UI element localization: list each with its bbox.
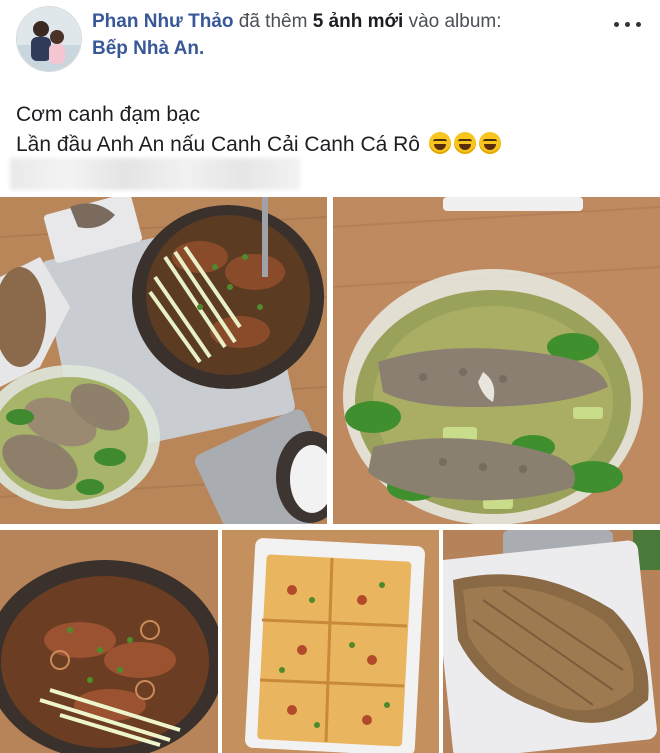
author-name[interactable]: Phan Như Thảo	[92, 11, 233, 32]
post-body: Cơm canh đạm bạc Lần đầu Anh An nấu Canh…	[16, 100, 501, 160]
more-horizontal-icon[interactable]	[614, 14, 642, 34]
post-text-line-2: Lần đầu Anh An nấu Canh Cải Canh Cá Rô	[16, 130, 501, 160]
photo-clay-pot-closeup[interactable]	[0, 530, 218, 753]
photo-clay-pot-and-soup[interactable]	[0, 197, 327, 524]
laughing-emoji-icon	[453, 132, 476, 154]
post-header: Phan Như Thảo đã thêm 5 ảnh mới vào albu…	[0, 0, 660, 80]
laughing-emoji-icon	[478, 132, 501, 154]
photo-count: 5 ảnh mới	[312, 11, 404, 32]
post-text-line-1: Cơm canh đạm bạc	[16, 103, 201, 126]
blurred-text	[10, 158, 300, 190]
album-link[interactable]: Bếp Nhà An.	[92, 38, 204, 59]
action-text: đã thêm	[238, 11, 308, 32]
avatar[interactable]	[16, 6, 82, 72]
preposition-text: vào album:	[408, 11, 502, 32]
photo-fried-fish[interactable]	[443, 530, 660, 753]
photo-egg-omelet[interactable]	[222, 530, 439, 753]
photo-fish-soup-bowl[interactable]	[333, 197, 660, 524]
post-text-line-2-text: Lần đầu Anh An nấu Canh Cải Canh Cá Rô	[16, 133, 420, 156]
laughing-emoji-icon	[428, 132, 451, 154]
post-headline: Phan Như Thảo đã thêm 5 ảnh mới vào albu…	[92, 8, 592, 62]
